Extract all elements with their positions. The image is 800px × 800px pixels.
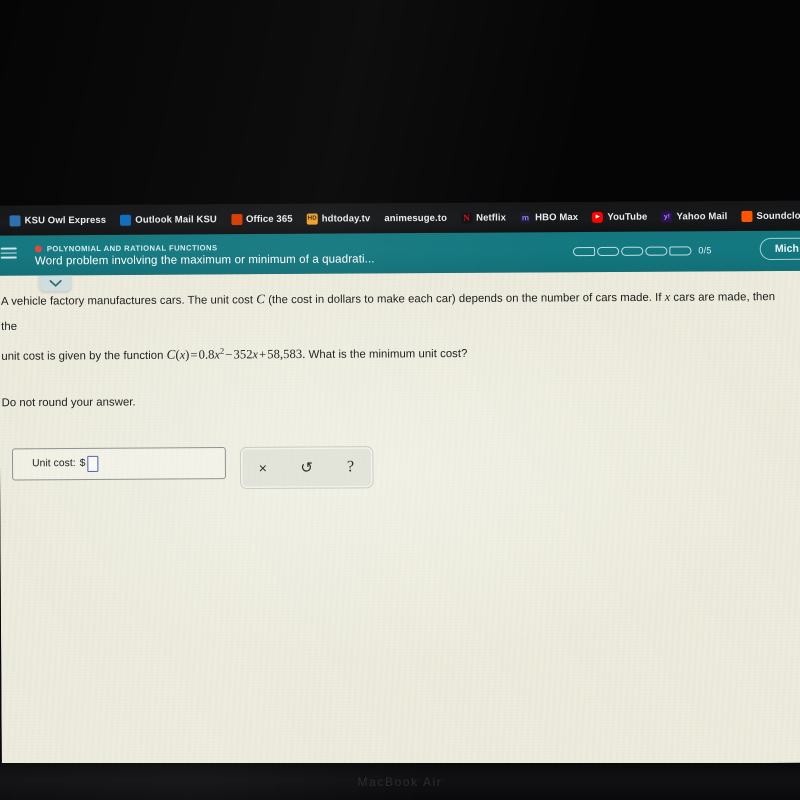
problem-text-e: What is the minimum unit cost? (305, 347, 468, 361)
progress-pip (669, 245, 692, 256)
hd-icon: HD (306, 213, 318, 225)
formula-b-coefficient: 352 (233, 347, 253, 362)
bookmark-label: HBO Max (535, 211, 579, 223)
bookmark-label: Office 365 (245, 213, 293, 225)
progress-indicator: 0/5 (572, 245, 712, 256)
math-toolbar: × ↺ ? (239, 445, 374, 489)
bookmark-label: Outlook Mail KSU (135, 213, 217, 226)
bookmark-office-365[interactable]: Office 365 (224, 208, 300, 231)
chevron-down-icon (49, 280, 62, 287)
yahoo-icon: y! (661, 210, 673, 222)
hamburger-menu-icon[interactable] (0, 247, 17, 259)
progress-pip (596, 246, 620, 256)
header-text-group: POLYNOMIAL AND RATIONAL FUNCTIONS Word p… (34, 242, 375, 267)
problem-pane: A vehicle factory manufactures cars. The… (0, 270, 800, 768)
bookmark-youtube[interactable]: ▶ YouTube (585, 205, 654, 228)
bookmark-hdtoday-tv[interactable]: HD hdtoday.tv (300, 207, 378, 230)
bookmark-netflix[interactable]: N Netflix (454, 206, 513, 228)
problem-text-b: (the cost in dollars to make each car) d… (264, 291, 665, 307)
office365-icon (230, 213, 243, 225)
bookmark-label: KSU Owl Express (24, 214, 107, 226)
answer-label: Unit cost: (32, 458, 76, 470)
globe-icon (9, 214, 21, 226)
answer-input-container[interactable]: Unit cost: $ (11, 446, 226, 481)
app-header: POLYNOMIAL AND RATIONAL FUNCTIONS Word p… (0, 230, 800, 276)
category-label: POLYNOMIAL AND RATIONAL FUNCTIONS (46, 242, 218, 253)
browser-bookmarks-bar: KSU Owl Express Outlook Mail KSU Office … (0, 200, 800, 236)
help-button[interactable]: ? (335, 453, 365, 481)
formula-plus: + (258, 347, 267, 362)
page-title: Word problem involving the maximum or mi… (34, 252, 375, 267)
bookmark-label: Soundcloud (756, 210, 800, 222)
collapse-header-toggle[interactable] (38, 275, 72, 292)
answer-row: Unit cost: $ × ↺ ? (0, 443, 800, 490)
bookmark-hbo-max[interactable]: m HBO Max (513, 206, 585, 229)
undo-button[interactable]: ↺ (292, 453, 322, 481)
category-dot-icon (34, 244, 42, 252)
bookmark-label: animesuge.to (384, 212, 448, 224)
soundcloud-icon (741, 210, 753, 222)
outlook-icon (120, 214, 132, 226)
progress-pip (572, 246, 595, 256)
device-model-label: MacBook Air (357, 774, 443, 789)
hbomax-icon: m (519, 211, 532, 223)
problem-line-3: Do not round your answer. (1, 396, 136, 410)
laptop-bezel: MacBook Air (0, 763, 800, 800)
problem-line-2: unit cost is given by the function C(x)=… (1, 335, 784, 370)
progress-pip (645, 246, 668, 256)
progress-pip (621, 246, 644, 256)
bookmark-outlook-mail-ksu[interactable]: Outlook Mail KSU (113, 208, 224, 231)
formula-minus: − (225, 347, 233, 362)
youtube-icon: ▶ (592, 211, 604, 223)
problem-text-a: A vehicle factory manufactures cars. The… (0, 294, 257, 308)
problem-text-d: unit cost is given by the function (1, 349, 167, 363)
progress-pips (572, 245, 692, 256)
user-account-button[interactable]: Mich (759, 237, 800, 261)
netflix-icon: N (461, 212, 473, 224)
problem-line-1: A vehicle factory manufactures cars. The… (1, 283, 784, 340)
bookmark-yahoo-mail[interactable]: y! Yahoo Mail (654, 205, 734, 228)
formula-a-coefficient: 0.8 (198, 347, 215, 362)
bookmark-label: Yahoo Mail (676, 210, 728, 222)
bookmark-animesuge-to[interactable]: animesuge.to (377, 207, 454, 230)
progress-count: 0/5 (698, 245, 712, 256)
currency-symbol: $ (79, 458, 86, 470)
bookmark-soundcloud[interactable]: Soundcloud (734, 204, 800, 227)
formula-constant: 58,583 (267, 346, 303, 362)
answer-input[interactable] (87, 455, 99, 472)
bookmark-ksu-owl-express[interactable]: KSU Owl Express (2, 209, 113, 232)
bookmark-label: Netflix (476, 211, 506, 224)
bookmark-label: YouTube (607, 211, 648, 223)
formula-b-variable: x (252, 347, 259, 362)
topic-category: POLYNOMIAL AND RATIONAL FUNCTIONS (34, 242, 375, 253)
clear-button[interactable]: × (248, 454, 278, 482)
bookmark-label: hdtoday.tv (321, 212, 371, 225)
problem-statement: A vehicle factory manufactures cars. The… (0, 271, 800, 416)
math-symbol-C: C (256, 291, 266, 307)
photo-of-laptop-screen: KSU Owl Express Outlook Mail KSU Office … (0, 0, 800, 800)
laptop-screen: KSU Owl Express Outlook Mail KSU Office … (0, 200, 800, 768)
